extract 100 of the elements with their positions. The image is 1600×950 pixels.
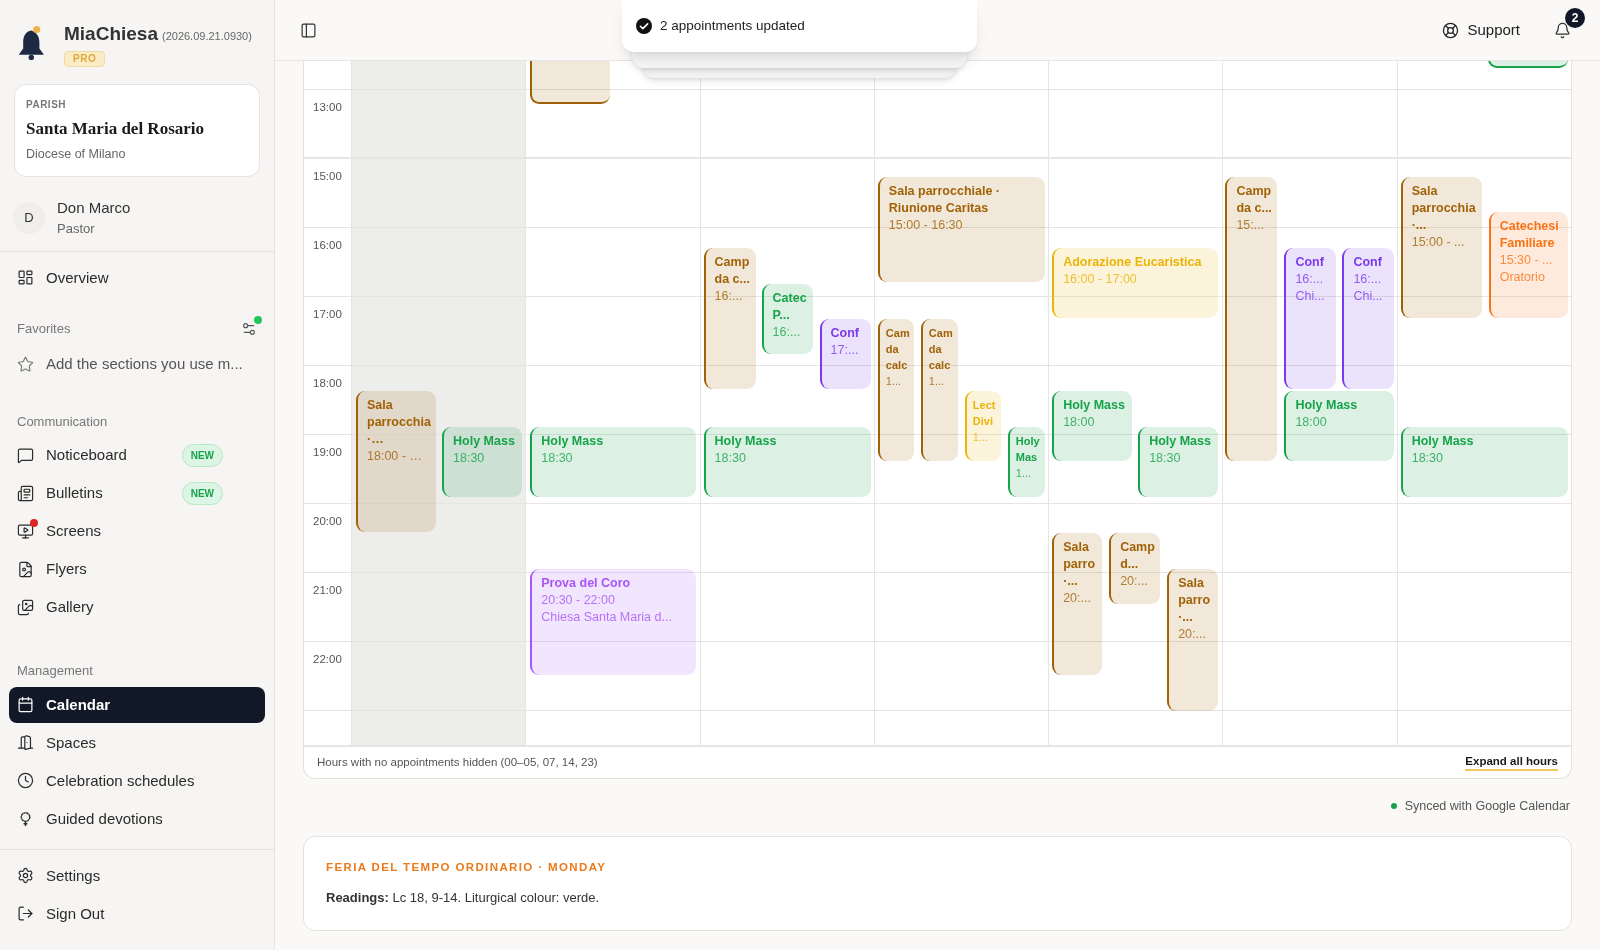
calendar-icon [17,696,34,714]
event-card[interactable]: Holy Mass 18:30 [530,427,697,497]
images-icon [17,598,34,616]
sign-out-icon [17,905,34,923]
event-time: 18:30 [453,450,486,467]
diocese-name: Diocese of Milano [26,146,127,163]
sidebar-toggle-icon[interactable] [300,21,317,39]
nav-item[interactable]: Spaces [9,724,265,761]
event-card[interactable]: Sala parro ·... 20:... [1167,569,1219,711]
hour-label: 18:00 [313,377,342,389]
hidden-hours-note: Hours with no appointments hidden (00–05, 07, 14, 23) [317,754,598,770]
event-title: Holy Mass [1149,433,1212,450]
parish-label: PARISH [26,97,68,112]
app-name: MiaChiesa [64,22,158,46]
event-title: Holy Mass [1063,397,1126,414]
event-card[interactable]: Catec P... 16:... [761,284,813,354]
sync-status: Synced with Google Calendar [1404,798,1570,815]
event-place: Oratorio [1499,269,1546,286]
event-title: Catechesi Familiare [1499,218,1560,252]
event-time: 17:... [830,342,860,359]
clock-icon [17,772,34,790]
event-time: 16:... [1295,271,1325,288]
event-card[interactable]: Camp da c... 16:... [703,248,756,389]
event-title: Camp da c... [1236,183,1273,217]
lifebuoy-icon [1442,21,1460,39]
event-title: Sala parrocchia ·... [1411,183,1477,234]
event-title: Holy Mass [1411,433,1475,450]
event-time: 16:... [714,288,744,305]
newspaper-icon [17,484,34,502]
expand-hours-link[interactable]: Expand all hours [1465,754,1558,771]
event-time: 18:30 [714,450,747,467]
nav-item[interactable]: Flyers [9,551,265,588]
notification-count: 2 [1565,7,1585,28]
nav-item[interactable]: Celebration schedules [9,762,265,799]
nav-item[interactable]: Calendar [9,686,265,723]
event-card[interactable]: Holy Mass 18:30 [1400,427,1568,497]
event-title: Camp d... [1120,539,1156,573]
event-title: Sala parro ·... [1063,539,1097,590]
event-time: 16:00 - 17:00 [1063,271,1138,288]
user-name: Don Marco [57,197,131,218]
event-card[interactable]: Conf 16:... Chi... [1284,248,1337,389]
monitor-icon [17,522,34,540]
event-time: 1... [928,374,946,389]
nav-item[interactable]: Screens [9,513,265,550]
support-button[interactable]: Support [1442,18,1520,42]
event-place: Chi... [1295,288,1326,305]
event-card[interactable]: Prova del Coro 20:30 - 22:00 Chiesa Santa Maria d... [530,569,697,675]
nav-item[interactable]: Sign Out [9,895,265,932]
new-badge: NEW [181,443,223,467]
event-card[interactable]: Holy Mass 18:30 [703,427,871,497]
nav-item[interactable]: Overview [9,259,265,296]
event-card[interactable]: Holy Mass 18:00 [1284,391,1395,461]
event-title: Holy Mas [1015,434,1041,465]
event-time: 20:... [1063,590,1092,607]
event-card[interactable]: Cam da calc 1... [920,319,958,461]
event-time: 1... [1015,466,1033,481]
event-title: Sala parrocchia ·… [367,397,432,448]
event-time: 18:00 - … [367,448,423,465]
nav-item[interactable]: Noticeboard NEW [9,437,265,474]
event-place: Chi... [1353,288,1384,305]
event-title: Conf [830,325,861,342]
event-title: Holy Mass [714,433,778,450]
event-title: Holy Mass [541,433,605,450]
event-title: Camp da c... [714,254,751,288]
event-card[interactable]: Cam da calc 1... [877,319,914,461]
event-card[interactable]: Camp d... 20:... [1109,533,1161,604]
hour-label: 21:00 [313,584,342,596]
event-card[interactable]: Sala parrocchia ·... 15:00 - ... [1400,177,1482,318]
event-time: 18:30 [541,450,574,467]
event-time: 18:00 [1063,414,1096,431]
nav-item[interactable]: Settings [9,857,265,894]
event-card[interactable]: Holy Mass 18:30 [1138,427,1219,497]
hour-label: 22:00 [313,653,342,665]
user-role: Pastor [57,220,96,239]
event-title: Holy Mass [1295,397,1359,414]
app-version: (2026.09.21.0930) [162,29,252,44]
event-card[interactable]: Holy Mass 18:30 [442,427,522,497]
nav-item[interactable]: Bulletins NEW [9,475,265,512]
event-time: 15:00 - 16:30 [888,217,964,234]
nav-item[interactable]: Gallery [9,589,265,626]
event-card[interactable]: Sala parro ·... 20:... [1052,533,1103,675]
sliders-icon[interactable] [241,320,257,337]
event-title: Conf [1295,254,1325,271]
event-card[interactable]: Conf 17:... [819,319,871,389]
event-title: Catec P... [772,290,808,324]
event-title: Cam da calc [885,326,911,373]
event-card[interactable]: Sala parrocchiale · Riunione Caritas 15:00 - 16:30 [877,177,1045,282]
event-card[interactable]: Conf 16:... Chi... [1342,248,1395,389]
event-card[interactable]: Catechesi Familiare 15:30 - ... Oratorio [1488,212,1568,318]
event-time: 18:00 [1295,414,1328,431]
event-card[interactable]: Camp da c... 15:... [1225,177,1278,461]
event-card[interactable]: Holy Mas 1... [1007,427,1045,497]
event-time: 15:30 - ... [1499,252,1554,269]
nav-item[interactable]: Guided devotions [9,800,265,837]
check-circle-icon [636,18,652,34]
liturgy-title: FERIA DEL TEMPO ORDINARIO · MONDAY [326,859,608,875]
event-card[interactable]: Holy Mass 18:00 [1052,391,1133,461]
event-time: 1... [972,430,990,445]
event-card[interactable]: Sala parrocchia ·… 18:00 - … [356,391,436,532]
hour-label: 20:00 [313,515,342,527]
